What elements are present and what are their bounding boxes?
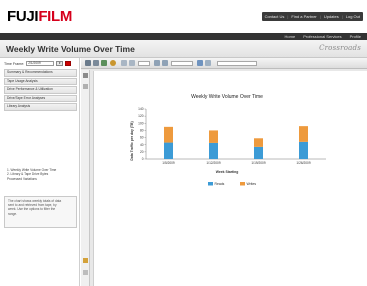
y-tick-label: 40 [140,143,144,147]
menu-item-summary[interactable]: Summary & Recommendations [4,69,77,77]
x-tick-label: 1/26/2009 [296,161,310,165]
nav-professional-services[interactable]: Professional Services [303,34,341,39]
top-links: Contact Us | Find a Partner | Updates | Log… [261,12,363,21]
legend-label-reads: Reads [215,182,225,186]
bar-reads [164,142,173,159]
bar-writes [254,138,263,147]
menu-item-library-analysis[interactable]: Library Analysis [4,103,77,111]
find-field[interactable] [217,60,257,66]
x-axis-label: Week Starting [216,170,239,174]
page: FUJIFILM Contact Us | Find a Partner | Upd… [0,0,367,286]
time-frame-select[interactable]: 2/1/2009 [26,61,55,66]
y-tick-label: 100 [138,121,144,125]
top-link-partner[interactable]: Find a Partner [291,14,316,19]
comment-icon[interactable] [205,60,211,66]
viewer-sidebar [81,70,90,286]
bar-reads [209,142,218,159]
bar-reads [254,146,263,159]
bar-reads [299,141,308,159]
page-title: Weekly Write Volume Over Time [6,44,135,54]
zoom-in-icon[interactable] [162,60,168,66]
attachment-icon[interactable] [83,258,88,263]
logo-text-prefix: FUJI [7,8,39,25]
logo-text-highlight: FILM [38,8,73,25]
page-number-field[interactable] [138,60,150,66]
y-tick-label: 60 [140,136,144,140]
report-page: Weekly Write Volume Over Time Week Start… [93,71,367,286]
bar-writes [164,126,173,143]
top-link-logout[interactable]: Log Out [346,14,360,19]
top-link-separator: | [341,14,343,19]
bar-writes [209,130,218,143]
top-link-updates[interactable]: Updates [324,14,339,19]
zoom-level-field[interactable] [171,60,193,66]
next-page-icon[interactable] [129,60,135,66]
y-tick-label: 20 [140,150,144,154]
time-frame-row: Time Frame: 2/1/2009 ▾ [4,60,77,67]
y-axis-label: Data Traffic per day (TB) [130,121,134,160]
search-icon[interactable] [110,60,116,66]
nav-home[interactable]: Home [285,34,296,39]
main-nav: Home Professional Services Profile [0,33,367,40]
y-tick-label: 0 [142,157,144,161]
signature-icon[interactable] [83,270,88,275]
chart-title: Weekly Write Volume Over Time [191,94,263,100]
legend-swatch-writes [240,182,245,186]
menu-item-drive-performance[interactable]: Drive Performance & Utilization [4,86,77,94]
y-tick-label: 140 [138,107,144,111]
report-link-library-bytes-cont[interactable]: Processed Variations [7,177,77,181]
time-frame-label: Time Frame: [4,61,25,66]
left-panel: Time Frame: 2/1/2009 ▾ Summary & Recomme… [4,60,77,286]
report-links: 1. Weekly Write Volume Over Time 2. Libr… [7,168,77,181]
fujifilm-logo[interactable]: FUJIFILM [7,8,72,25]
email-icon[interactable] [101,60,107,66]
crossroads-logo: Crossroads [319,44,361,52]
bookmarks-icon[interactable] [83,84,88,89]
x-tick-label: 1/12/2009 [206,161,220,165]
save-icon[interactable] [85,60,91,66]
top-link-contact[interactable]: Contact Us [265,14,285,19]
brand-header: FUJIFILM Contact Us | Find a Partner | Upd… [0,0,367,32]
x-tick-label: 1/5/2009 [162,161,175,165]
bar-writes [299,126,308,142]
pdf-viewer: Weekly Write Volume Over Time Week Start… [81,58,367,286]
info-line: range. [8,211,18,216]
legend-label-writes: Writes [247,182,257,186]
print-icon[interactable] [93,60,99,66]
menu-item-tape-usage[interactable]: Tape Usage Analysis [4,77,77,86]
pages-icon[interactable] [83,73,88,78]
top-link-separator: | [287,14,289,19]
menu-item-error-analyses[interactable]: Drive/Tape Error Analyses [4,94,77,103]
panel-divider [79,58,80,286]
y-tick-label: 120 [138,114,144,118]
info-box: The chart shows weekly totals of data se… [4,196,77,228]
legend-swatch-reads [208,182,213,186]
analysis-menu: Summary & Recommendations Tape Usage Ana… [4,69,77,112]
x-tick-label: 1/19/2009 [251,161,265,165]
nav-profile[interactable]: Profile [350,34,361,39]
previous-page-icon[interactable] [121,60,127,66]
title-bar: Weekly Write Volume Over Time Crossroads [0,40,367,58]
fit-page-icon[interactable] [197,60,203,66]
go-button[interactable] [65,61,72,66]
y-tick-label: 80 [140,129,144,133]
calendar-button[interactable]: ▾ [56,61,64,66]
weekly-write-chart: Weekly Write Volume Over Time Week Start… [130,94,326,186]
viewer-toolbar [81,58,367,69]
top-link-separator: | [319,14,321,19]
zoom-out-icon[interactable] [154,60,160,66]
